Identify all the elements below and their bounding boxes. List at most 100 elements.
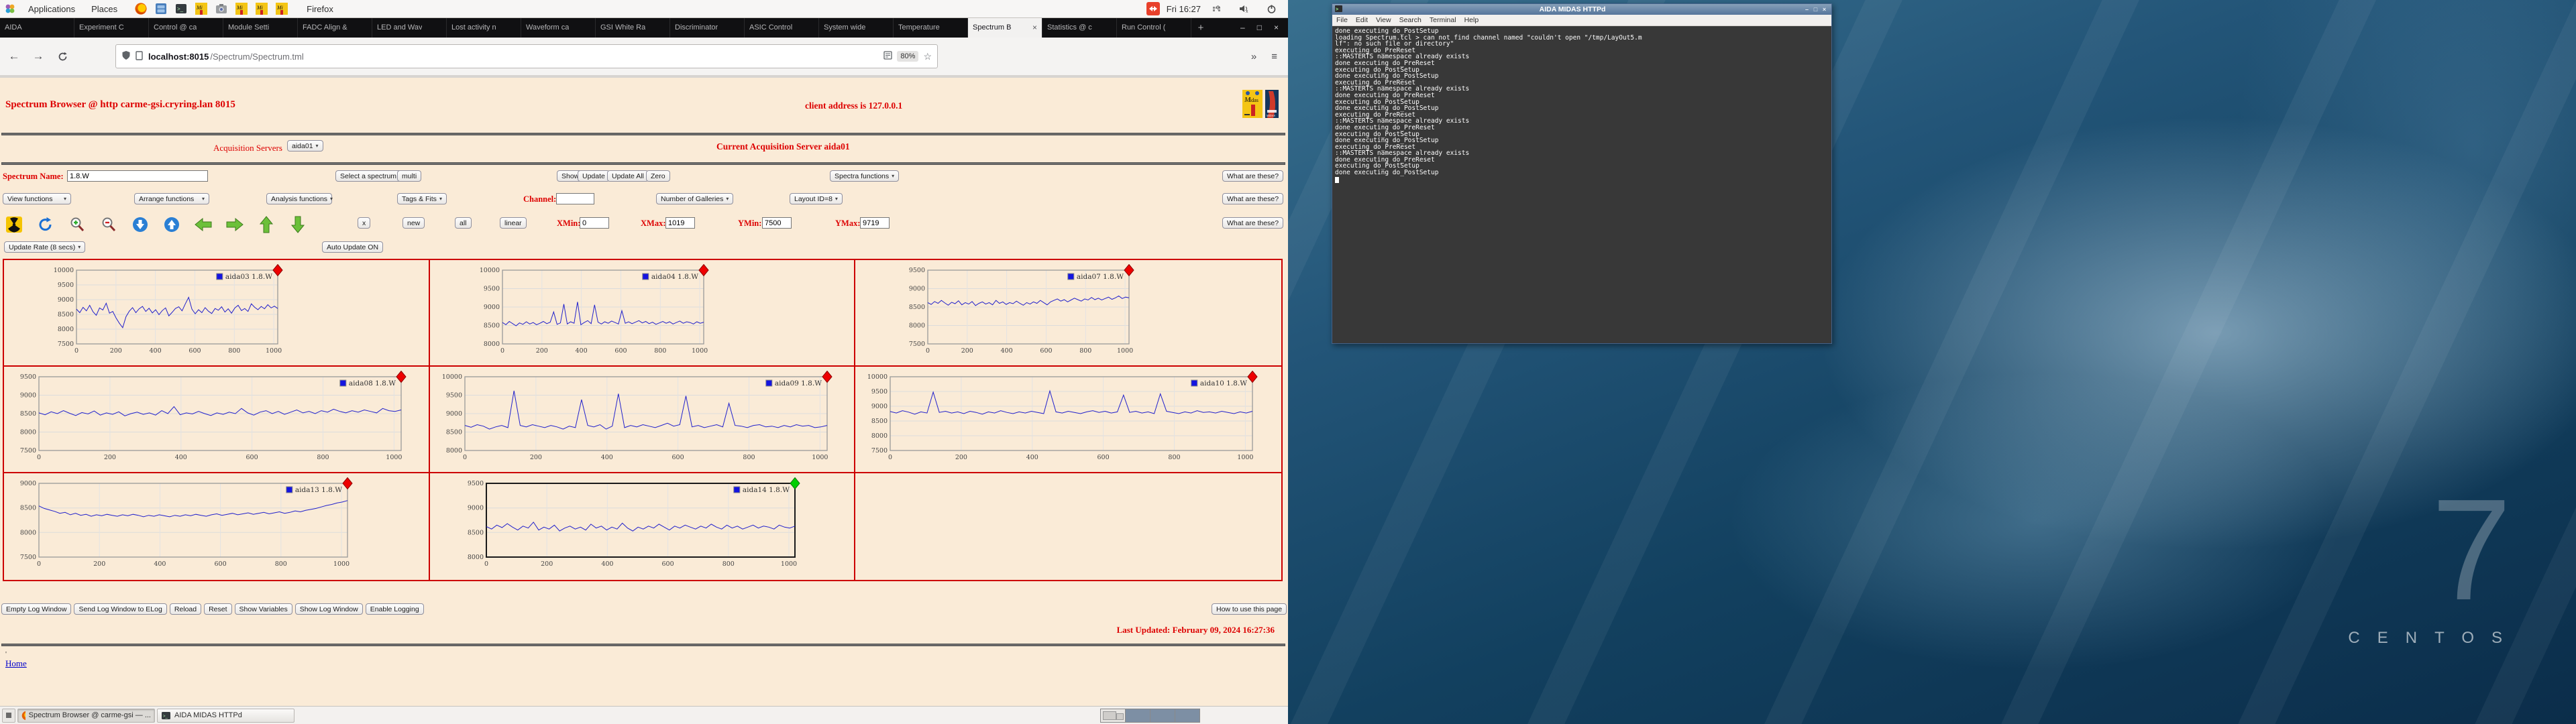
update-all-button[interactable]: Update All (607, 170, 649, 182)
tags-fits-dropdown[interactable]: Tags & Fits ▾ (397, 193, 447, 204)
new-tab-button[interactable]: + (1191, 17, 1210, 38)
terminal-menu-view[interactable]: View (1372, 16, 1395, 24)
firefox-launcher-icon[interactable] (133, 1, 148, 16)
terminal-titlebar[interactable]: > AIDA MIDAS HTTPd – □ × (1332, 4, 1831, 15)
focused-app-name[interactable]: Firefox (299, 0, 341, 17)
terminal-output[interactable]: done executing do_PostSetup loading Spec… (1332, 26, 1831, 343)
tab-lost-activity-n[interactable]: Lost activity n (447, 17, 521, 38)
taskbar-item-firefox[interactable]: Spectrum Browser @ carme-gsi — ... (17, 708, 155, 723)
notification-app-icon[interactable] (1146, 2, 1160, 15)
spectrum-chart[interactable]: 7500 8000 8500 9000 9500 0 200 400 600 800 1000 aid… (898, 264, 1137, 355)
page-info-icon[interactable] (136, 50, 144, 62)
screenshot-launcher-icon[interactable] (214, 1, 229, 16)
tab-fadc-align[interactable]: FADC Align & (298, 17, 372, 38)
gallery-marker-red-diamond[interactable] (272, 264, 283, 277)
terminal-menu-search[interactable]: Search (1395, 16, 1426, 24)
ymax-input[interactable] (860, 217, 890, 229)
gallery-marker-red-diamond[interactable] (342, 477, 353, 490)
terminal-close-button[interactable]: × (1820, 6, 1829, 13)
gallery-marker-red-diamond[interactable] (1124, 264, 1134, 277)
xmin-input[interactable] (580, 217, 609, 229)
tab-experiment-c[interactable]: Experiment C (74, 17, 149, 38)
tab-temperature[interactable]: Temperature (894, 17, 968, 38)
update-rate-dropdown[interactable]: Update Rate (8 secs) ▾ (4, 241, 86, 253)
tab-spectrum-b[interactable]: Spectrum B × (968, 17, 1042, 38)
home-link[interactable]: Home (5, 658, 27, 669)
scroll-up-icon[interactable] (162, 215, 182, 235)
workspace-4[interactable] (1175, 709, 1199, 722)
show-desktop-button[interactable] (2, 708, 15, 723)
overflow-chevron-icon[interactable]: » (1251, 51, 1256, 62)
number-of-galleries-dropdown[interactable]: Number of Galleries ▾ (656, 193, 734, 204)
spectrum-chart[interactable]: 7500 8000 8500 9000 9500 0 200 400 600 800 1000 aid… (9, 371, 409, 462)
select-spectrum-dropdown[interactable]: Select a spectrum▾ (335, 170, 407, 182)
terminal-launcher-icon[interactable]: >_ (174, 1, 189, 16)
menu-places[interactable]: Places (83, 0, 125, 17)
tab-module-setti[interactable]: Module Setti (223, 17, 298, 38)
gallery-marker-green-diamond[interactable] (790, 477, 800, 490)
workspace-2[interactable] (1126, 709, 1150, 722)
new-button[interactable]: new (402, 217, 425, 229)
power-icon[interactable] (1264, 1, 1279, 16)
what-are-these-button-1[interactable]: What are these? (1222, 170, 1284, 182)
tab-discriminator[interactable]: Discriminator (670, 17, 745, 38)
tab-run-control[interactable]: Run Control ( (1117, 17, 1191, 38)
multi-button[interactable]: multi (397, 170, 422, 182)
all-button[interactable]: all (455, 217, 472, 229)
tab-close-icon[interactable]: × (1030, 23, 1037, 32)
refresh-icon[interactable] (36, 215, 56, 235)
tab-waveform-ca[interactable]: Waveform ca (521, 17, 596, 38)
files-launcher-icon[interactable] (154, 1, 168, 16)
channel-input[interactable] (556, 193, 594, 204)
what-are-these-button-2[interactable]: What are these? (1222, 193, 1284, 204)
spectrum-chart[interactable]: 8000 8500 9000 9500 0 200 400 600 800 1000 aida14 … (457, 477, 803, 568)
scroll-down-icon[interactable] (130, 215, 150, 235)
tab-control-ca[interactable]: Control @ ca (149, 17, 223, 38)
ymin-input[interactable] (762, 217, 792, 229)
reset-button[interactable]: Reset (204, 603, 232, 615)
empty-log-window-button[interactable]: Empty Log Window (1, 603, 72, 615)
tab-aida[interactable]: AIDA (0, 17, 74, 38)
update-button[interactable]: Update (578, 170, 610, 182)
gallery-marker-red-diamond[interactable] (822, 371, 833, 383)
tab-statistics-c[interactable]: Statistics @ c (1042, 17, 1117, 38)
how-to-use-button[interactable]: How to use this page (1212, 603, 1287, 615)
tab-system-wide[interactable]: System wide (819, 17, 894, 38)
centos-logo-icon[interactable] (3, 1, 17, 16)
input-method-icon[interactable]: ? (1210, 1, 1225, 16)
terminal-menu-terminal[interactable]: Terminal (1426, 16, 1460, 24)
gallery-cell-aida09[interactable]: 8000 8500 9000 9500 10000 0 200 400 600 800 1000 ai… (429, 367, 856, 473)
taskbar-item-terminal[interactable]: >_ AIDA MIDAS HTTPd (157, 708, 294, 723)
menu-applications[interactable]: Applications (20, 0, 83, 17)
auto-update-button[interactable]: Auto Update ON (322, 241, 384, 253)
gallery-cell-aida03[interactable]: 7500 8000 8500 9000 9500 10000 0 200 400 600 800 10… (4, 260, 430, 367)
zero-button[interactable]: Zero (646, 170, 670, 182)
menu-hamburger-icon[interactable]: ≡ (1271, 51, 1277, 62)
gallery-cell-aida10[interactable]: 7500 8000 8500 9000 9500 10000 0 200 400 600 800 10… (855, 367, 1281, 473)
reload-button[interactable] (52, 46, 72, 66)
reload-button[interactable]: Reload (169, 603, 202, 615)
gallery-marker-red-diamond[interactable] (396, 371, 407, 383)
terminal-maximize-button[interactable]: □ (1811, 6, 1820, 13)
gallery-marker-red-diamond[interactable] (698, 264, 709, 277)
terminal-menu-help[interactable]: Help (1460, 16, 1483, 24)
midas-launcher-icon[interactable]: Mi (274, 1, 289, 16)
layout-id-dropdown[interactable]: Layout ID=8 ▾ (790, 193, 843, 204)
spectra-functions-dropdown[interactable]: Spectra functions ▾ (830, 170, 900, 182)
zoom-out-icon[interactable] (99, 215, 119, 235)
spectrum-chart[interactable]: 8000 8500 9000 9500 10000 0 200 400 600 800 1000 ai… (435, 371, 835, 462)
zoom-in-icon[interactable] (67, 215, 87, 235)
midas-launcher-icon[interactable]: Mi (254, 1, 269, 16)
show-log-window-button[interactable]: Show Log Window (294, 603, 363, 615)
xmax-input[interactable] (665, 217, 695, 229)
arrow-left-icon[interactable] (193, 215, 213, 235)
x-button[interactable]: x (358, 217, 371, 229)
zoom-level-chip[interactable]: 80% (897, 51, 919, 62)
gallery-cell-aida07[interactable]: 7500 8000 8500 9000 9500 0 200 400 600 800 1000 aid… (855, 260, 1281, 367)
forward-button[interactable]: → (28, 46, 48, 66)
daresbury-logo[interactable]: MIDAS (1265, 90, 1279, 121)
workspace-switcher[interactable] (1100, 708, 1200, 723)
spectrum-chart[interactable]: 7500 8000 8500 9000 0 200 400 600 800 1000 aida13 … (9, 477, 356, 568)
arrange-functions-dropdown[interactable]: Arrange functions ▾ (134, 193, 209, 204)
terminal-minimize-button[interactable]: – (1803, 6, 1811, 13)
